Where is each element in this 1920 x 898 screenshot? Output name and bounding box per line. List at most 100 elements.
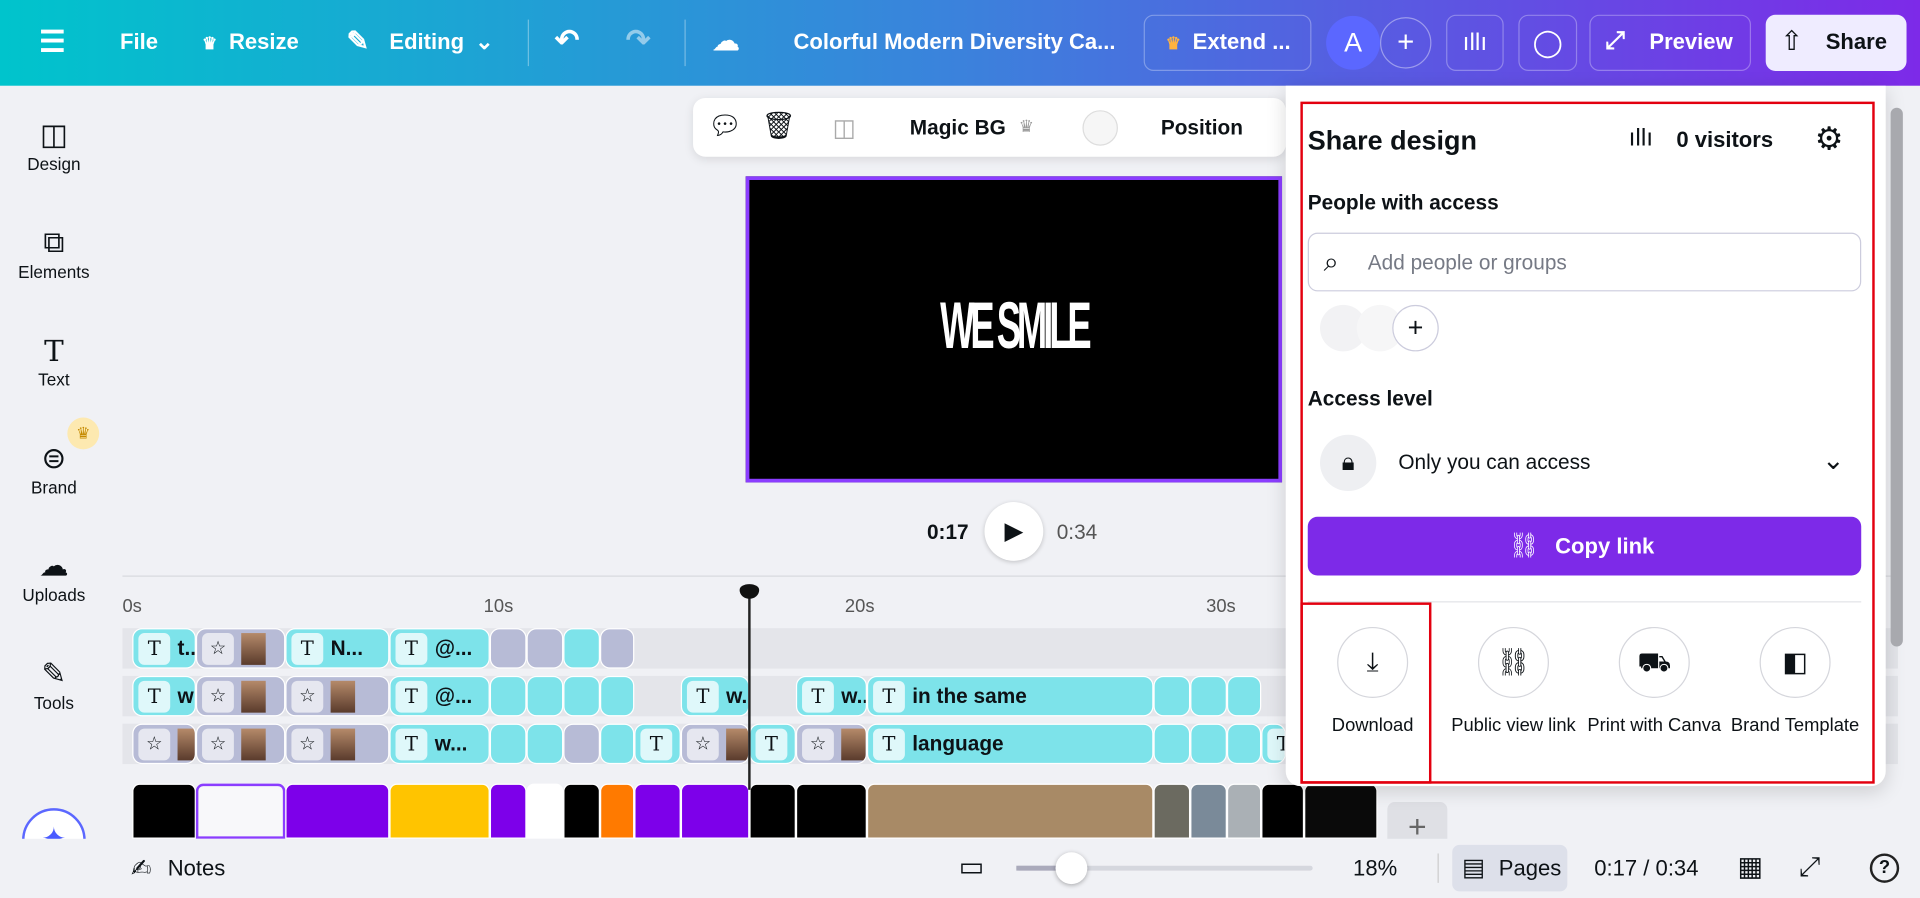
page-thumbnail[interactable] <box>195 783 286 839</box>
page-thumbnail[interactable] <box>132 783 196 839</box>
page-thumbnail[interactable] <box>389 783 490 839</box>
text-clip[interactable]: T N... <box>285 628 390 669</box>
print-with-canva-option[interactable]: ⛟ Print with Canva <box>1587 626 1722 736</box>
clip[interactable] <box>600 675 635 717</box>
help-button[interactable]: ? <box>1869 853 1900 883</box>
graphic-clip[interactable]: ☆ <box>285 675 390 717</box>
graphic-clip[interactable]: ☆ <box>195 675 286 717</box>
clip[interactable] <box>563 675 601 717</box>
comment-button[interactable]: ◯ <box>1518 14 1578 72</box>
clip[interactable] <box>1226 675 1262 717</box>
zoom-level[interactable]: 18% <box>1353 856 1397 882</box>
graphic-clip[interactable]: ☆ <box>132 723 196 765</box>
clip[interactable] <box>526 675 564 717</box>
grid-view-icon[interactable]: ▦ <box>1738 851 1763 883</box>
public-view-link-option[interactable]: ⛓︎ Public view link <box>1446 626 1581 736</box>
design-canvas[interactable]: WE SMILE <box>745 176 1283 483</box>
page-thumbnail[interactable] <box>749 783 796 839</box>
sidebar-item-text[interactable]: T Text <box>0 333 108 389</box>
copy-link-button[interactable]: ⛓︎ Copy link <box>1307 516 1862 576</box>
text-clip[interactable]: Tw <box>132 675 196 717</box>
page-thumbnail[interactable] <box>1226 783 1262 839</box>
text-clip[interactable]: Tw.. <box>795 675 867 717</box>
graphic-clip[interactable]: ☆ <box>195 628 286 669</box>
clip[interactable] <box>600 723 635 765</box>
sidebar-item-design[interactable]: ◫ Design <box>0 118 108 174</box>
page-thumbnail[interactable] <box>866 783 1154 839</box>
design-title[interactable]: Colorful Modern Diversity Ca... <box>793 29 1115 55</box>
playhead[interactable] <box>748 592 751 790</box>
undo-icon[interactable]: ↶ <box>555 23 580 59</box>
text-clip[interactable]: T <box>1261 723 1286 765</box>
clip[interactable] <box>1190 723 1227 765</box>
page-thumbnail[interactable] <box>489 783 527 839</box>
menu-icon[interactable]: ☰ <box>39 24 65 60</box>
magic-bg-button[interactable]: Magic BG <box>910 116 1006 140</box>
page-thumbnail[interactable] <box>1153 783 1191 839</box>
download-option[interactable]: ⤓ Download <box>1305 626 1440 736</box>
file-menu[interactable]: File <box>120 29 158 55</box>
cloud-saved-icon[interactable]: ☁ <box>713 26 740 58</box>
clip[interactable] <box>1153 675 1191 717</box>
visitors-count[interactable]: 0 visitors <box>1676 127 1773 153</box>
access-level-dropdown[interactable]: 🔒︎ Only you can access ⌄ <box>1308 432 1861 493</box>
text-clip[interactable]: Tt.. <box>132 628 196 669</box>
page-thumbnail[interactable] <box>526 783 564 839</box>
sidebar-item-elements[interactable]: ⧉ Elements <box>0 225 108 282</box>
clip[interactable] <box>563 628 601 669</box>
text-clip[interactable]: Tlanguage <box>866 723 1154 765</box>
resize-button[interactable]: Resize <box>229 29 299 55</box>
clip[interactable] <box>489 675 527 717</box>
zoom-slider-handle[interactable] <box>1055 852 1088 885</box>
add-collaborator-button[interactable]: + <box>1380 17 1432 69</box>
position-button[interactable]: Position <box>1161 116 1243 140</box>
text-clip[interactable]: T <box>749 723 796 765</box>
page-thumbnail[interactable] <box>1190 783 1227 839</box>
analytics-button[interactable]: ıllı <box>1446 14 1504 72</box>
graphic-clip[interactable]: ☆ <box>795 723 867 765</box>
fullscreen-icon[interactable]: ⤢ <box>1799 851 1821 883</box>
sidebar-item-uploads[interactable]: ☁ Uploads <box>0 549 108 605</box>
clip[interactable] <box>489 723 527 765</box>
page-thumbnail[interactable] <box>563 783 601 839</box>
canvas-text[interactable]: WE SMILE <box>868 288 1159 364</box>
sidebar-item-tools[interactable]: ✎ Tools <box>0 656 108 713</box>
play-button[interactable]: ▶ <box>984 502 1044 561</box>
graphic-clip[interactable]: ☆ <box>285 723 390 765</box>
editing-mode-button[interactable]: Editing <box>389 29 464 55</box>
chevron-down-icon[interactable]: ⌄ <box>475 29 493 55</box>
page-thumbnail[interactable] <box>1304 783 1378 839</box>
text-clip[interactable]: T <box>634 723 681 765</box>
brand-template-option[interactable]: ◧ Brand Template <box>1728 626 1863 736</box>
redo-icon[interactable]: ↷ <box>626 23 651 59</box>
clip[interactable] <box>563 723 601 765</box>
page-thumbnail[interactable] <box>285 783 390 839</box>
text-clip[interactable]: Tw... <box>389 723 490 765</box>
clip[interactable] <box>1190 675 1227 717</box>
clip[interactable] <box>1153 723 1191 765</box>
color-swatch[interactable] <box>1082 110 1118 146</box>
page-thumbnail[interactable] <box>795 783 867 839</box>
clip[interactable] <box>526 628 564 669</box>
add-people-input[interactable]: ⌕ Add people or groups <box>1307 232 1862 292</box>
page-view-icon[interactable]: ▭ <box>959 851 984 883</box>
clip[interactable] <box>1226 723 1262 765</box>
graphic-clip[interactable]: ☆ <box>195 723 286 765</box>
share-button[interactable]: ⇧ Share <box>1765 14 1907 72</box>
page-thumbnail[interactable] <box>1261 783 1305 839</box>
clip[interactable] <box>600 628 635 669</box>
trash-icon[interactable]: 🗑︎ <box>762 110 796 142</box>
page-thumbnail[interactable] <box>680 783 750 839</box>
clip[interactable] <box>489 628 527 669</box>
playhead-handle[interactable] <box>739 584 760 599</box>
clip[interactable] <box>526 723 564 765</box>
text-clip[interactable]: T @... <box>389 675 490 717</box>
page-thumbnail[interactable] <box>600 783 635 839</box>
text-clip[interactable]: Tw. <box>680 675 750 717</box>
add-comment-icon[interactable]: 💬︎ <box>708 110 742 142</box>
text-clip[interactable]: Tin the same <box>866 675 1154 717</box>
page-thumbnail[interactable] <box>634 783 681 839</box>
gear-icon[interactable]: ⚙ <box>1815 120 1844 158</box>
graphic-clip[interactable]: ☆ <box>680 723 750 765</box>
pages-button[interactable]: ▤ Pages <box>1452 844 1568 892</box>
